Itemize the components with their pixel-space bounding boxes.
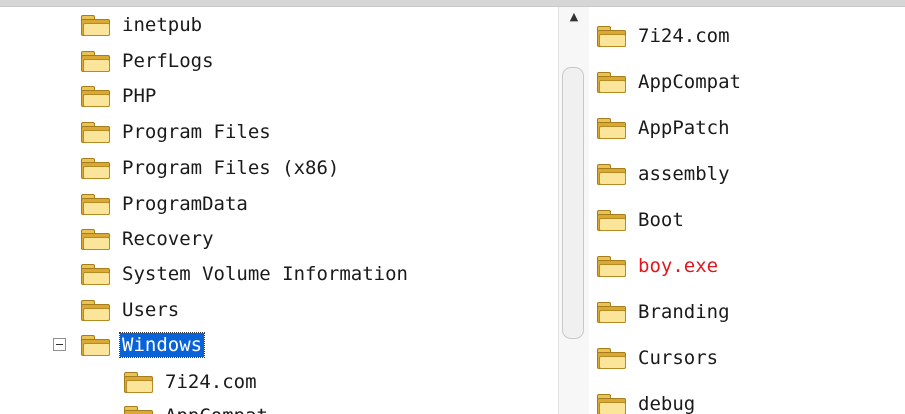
content-item-label: Branding bbox=[638, 301, 730, 323]
content-item-label: debug bbox=[638, 393, 696, 414]
folder-contents-pane[interactable]: 7i24.com AppCompat AppPatch assembly Boo… bbox=[589, 7, 905, 414]
folder-icon bbox=[596, 163, 627, 185]
tree-item-perflogs[interactable]: PerfLogs bbox=[80, 45, 216, 77]
folder-icon bbox=[80, 157, 111, 179]
content-item-apppatch[interactable]: AppPatch bbox=[596, 112, 732, 144]
content-item-boy-exe[interactable]: boy.exe bbox=[596, 250, 720, 282]
tree-item-label: Program Files (x86) bbox=[122, 157, 340, 179]
tree-item-label: PerfLogs bbox=[122, 50, 214, 72]
tree-item-label: inetpub bbox=[122, 14, 203, 36]
folder-icon bbox=[80, 193, 111, 215]
folder-icon bbox=[123, 405, 154, 414]
tree-item-programdata[interactable]: ProgramData bbox=[80, 188, 250, 220]
top-border bbox=[0, 0, 905, 7]
content-item-label: assembly bbox=[638, 163, 730, 185]
tree-item-label: Program Files bbox=[122, 121, 271, 143]
tree-item-appcompat[interactable]: AppCompat bbox=[123, 400, 270, 414]
tree-item-label: System Volume Information bbox=[122, 263, 408, 285]
content-item-label: AppPatch bbox=[638, 117, 730, 139]
tree-item-label: ProgramData bbox=[122, 193, 248, 215]
tree-item-users[interactable]: Users bbox=[80, 294, 181, 326]
content-item-label: 7i24.com bbox=[638, 25, 730, 47]
tree-item-7i24-com[interactable]: 7i24.com bbox=[123, 366, 259, 398]
tree-item-program-files-x86[interactable]: Program Files (x86) bbox=[80, 152, 341, 184]
tree-item-label: AppCompat bbox=[163, 404, 270, 414]
tree-item-label: PHP bbox=[122, 85, 157, 107]
folder-icon bbox=[596, 301, 627, 323]
folder-icon bbox=[80, 263, 111, 285]
folder-tree-pane[interactable]: inetpub PerfLogs PHP Program Files Progr… bbox=[0, 7, 558, 414]
content-item-cursors[interactable]: Cursors bbox=[596, 342, 720, 374]
folder-icon bbox=[596, 393, 627, 414]
folder-icon bbox=[596, 347, 627, 369]
content-item-branding[interactable]: Branding bbox=[596, 296, 732, 328]
vertical-scrollbar[interactable]: ▲ bbox=[558, 7, 590, 414]
folder-icon bbox=[80, 228, 111, 250]
content-item-label: Cursors bbox=[638, 347, 719, 369]
content-item-7i24-com[interactable]: 7i24.com bbox=[596, 20, 732, 52]
folder-icon bbox=[80, 50, 111, 72]
scroll-up-arrow-icon[interactable]: ▲ bbox=[559, 7, 589, 29]
tree-item-recovery[interactable]: Recovery bbox=[80, 223, 216, 255]
scrollbar-thumb[interactable] bbox=[562, 67, 584, 339]
content-item-boot[interactable]: Boot bbox=[596, 204, 686, 236]
folder-icon bbox=[123, 371, 154, 393]
tree-item-label: Recovery bbox=[122, 228, 214, 250]
tree-item-program-files[interactable]: Program Files bbox=[80, 116, 273, 148]
folder-icon bbox=[80, 85, 111, 107]
folder-icon bbox=[596, 117, 627, 139]
folder-icon bbox=[596, 71, 627, 93]
content-item-label: Boot bbox=[638, 209, 684, 231]
content-item-appcompat[interactable]: AppCompat bbox=[596, 66, 743, 98]
folder-icon bbox=[596, 209, 627, 231]
tree-item-label: 7i24.com bbox=[165, 371, 257, 393]
tree-item-system-volume-information[interactable]: System Volume Information bbox=[80, 258, 410, 290]
folder-icon bbox=[80, 121, 111, 143]
collapse-toggle-icon[interactable] bbox=[53, 338, 66, 351]
folder-icon bbox=[596, 255, 627, 277]
folder-icon bbox=[80, 299, 111, 321]
folder-open-icon bbox=[80, 334, 111, 356]
tree-item-label-selected: Windows bbox=[118, 332, 206, 358]
tree-item-php[interactable]: PHP bbox=[80, 80, 158, 112]
content-item-assembly[interactable]: assembly bbox=[596, 158, 732, 190]
folder-icon bbox=[596, 25, 627, 47]
folder-icon bbox=[80, 14, 111, 36]
content-item-label-highlighted: boy.exe bbox=[638, 255, 719, 277]
content-item-label: AppCompat bbox=[638, 71, 741, 93]
tree-item-inetpub[interactable]: inetpub bbox=[80, 9, 204, 41]
tree-item-label: Users bbox=[122, 299, 180, 321]
tree-item-windows[interactable]: Windows bbox=[80, 329, 206, 361]
content-item-debug[interactable]: debug bbox=[596, 388, 697, 414]
